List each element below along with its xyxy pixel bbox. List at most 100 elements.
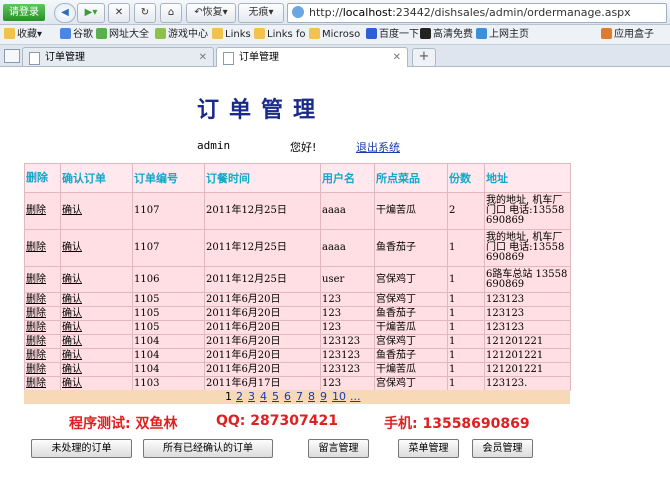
pager-link[interactable]: 4: [260, 390, 267, 404]
order-no-cell: 1105: [132, 320, 205, 335]
restore-icon: ↶: [194, 7, 203, 18]
tester-qq: QQ: 287307421: [216, 413, 338, 429]
close-icon[interactable]: ✕: [199, 48, 207, 67]
no-trace-button[interactable]: 无痕▾: [238, 3, 284, 23]
time-cell: 2011年6月17日: [204, 376, 321, 391]
time-cell: 2011年6月20日: [204, 362, 321, 377]
pager-link[interactable]: 6: [284, 390, 291, 404]
address-cell: 121201221: [484, 334, 571, 349]
time-cell: 2011年12月25日: [204, 229, 321, 267]
order-no-cell: 1107: [132, 192, 205, 230]
pager-more-link[interactable]: ...: [350, 390, 361, 404]
user-cell: 123: [320, 320, 375, 335]
delete-link[interactable]: 删除: [26, 274, 46, 285]
forward-button[interactable]: ▶▾: [77, 3, 105, 23]
logout-link[interactable]: 退出系统: [356, 139, 400, 155]
dish-cell: 鱼香茄子: [374, 229, 448, 267]
fav-item-games[interactable]: 游戏中心: [155, 25, 208, 44]
confirmed-orders-button[interactable]: 所有已经确认的订单: [143, 439, 273, 458]
confirm-link[interactable]: 确认: [62, 308, 82, 319]
address-cell: 123123: [484, 306, 571, 321]
fav-item-label: 网址大全: [109, 29, 149, 40]
delete-link[interactable]: 删除: [26, 364, 46, 375]
tab-order-manage-1[interactable]: 订单管理 ✕: [22, 47, 214, 66]
tester-phone: 手机: 13558690869: [384, 416, 530, 432]
time-cell: 2011年6月20日: [204, 292, 321, 307]
tab-bar: 订单管理 ✕ 订单管理 ✕ +: [0, 45, 670, 67]
pending-orders-button[interactable]: 未处理的订单: [31, 439, 132, 458]
user-cell: aaaa: [320, 192, 375, 230]
fav-item-homepage[interactable]: 上网主页: [476, 25, 529, 44]
close-icon[interactable]: ✕: [393, 48, 401, 67]
pager-link[interactable]: 7: [296, 390, 303, 404]
confirm-link[interactable]: 确认: [62, 364, 82, 375]
delete-link[interactable]: 删除: [26, 308, 46, 319]
confirm-link[interactable]: 确认: [62, 378, 82, 389]
pager-link[interactable]: 9: [320, 390, 327, 404]
confirm-link[interactable]: 确认: [62, 205, 82, 216]
fav-item-google[interactable]: 谷歌: [60, 25, 93, 44]
back-button[interactable]: ◀: [54, 3, 76, 23]
confirm-link[interactable]: 确认: [62, 350, 82, 361]
table-row: 删除 确认 1105 2011年6月20日 123 鱼香茄子 1 123123: [24, 306, 571, 321]
fav-item-links[interactable]: Links: [212, 25, 251, 44]
delete-link[interactable]: 删除: [26, 336, 46, 347]
menu-manage-button[interactable]: 菜单管理: [398, 439, 459, 458]
home-button[interactable]: ⌂: [160, 3, 182, 23]
delete-link[interactable]: 删除: [26, 242, 46, 253]
login-button[interactable]: 请登录: [3, 4, 45, 21]
favorites-menu[interactable]: 收藏▾: [4, 25, 42, 44]
username: admin: [197, 139, 231, 152]
delete-link[interactable]: 删除: [26, 322, 46, 333]
app-box-menu[interactable]: 应用盒子: [601, 25, 654, 44]
tab-label: 订单管理: [45, 52, 85, 63]
qty-cell: 1: [447, 229, 485, 267]
tab-order-manage-2[interactable]: 订单管理 ✕: [216, 47, 408, 67]
col-header-qty: 份数: [447, 163, 485, 193]
confirm-link[interactable]: 确认: [62, 274, 82, 285]
fav-item-label: Links: [225, 29, 251, 40]
page-icon: [223, 52, 234, 65]
confirm-link[interactable]: 确认: [62, 322, 82, 333]
delete-link[interactable]: 删除: [26, 205, 46, 216]
refresh-button[interactable]: ↻: [134, 3, 156, 23]
pager-link[interactable]: 2: [236, 390, 243, 404]
confirm-link[interactable]: 确认: [62, 294, 82, 305]
address-cell: 121201221: [484, 362, 571, 377]
fav-item-links-fo[interactable]: Links fo: [254, 25, 306, 44]
user-cell: 123123: [320, 348, 375, 363]
address-cell: 123123: [484, 292, 571, 307]
qty-cell: 1: [447, 306, 485, 321]
address-bar[interactable]: http://localhost:23442/dishsales/admin/o…: [287, 3, 667, 23]
fav-item-label: 上网主页: [489, 29, 529, 40]
message-manage-button[interactable]: 留言管理: [308, 439, 369, 458]
delete-link[interactable]: 删除: [26, 378, 46, 389]
delete-link[interactable]: 删除: [26, 294, 46, 305]
fav-item-label: 高清免费: [433, 29, 473, 40]
user-cell: user: [320, 266, 375, 293]
qty-cell: 1: [447, 320, 485, 335]
dish-cell: 鱼香茄子: [374, 348, 448, 363]
fav-item-hd[interactable]: 高清免费: [420, 25, 473, 44]
table-row: 删除 确认 1105 2011年6月20日 123 干煸苦瓜 1 123123: [24, 320, 571, 335]
fav-item-microsoft[interactable]: Microso: [309, 25, 360, 44]
window-icon[interactable]: [4, 49, 20, 63]
dish-cell: 干煸苦瓜: [374, 192, 448, 230]
fav-item-nav[interactable]: 网址大全: [96, 25, 149, 44]
fav-item-baidu[interactable]: 百度一下: [366, 25, 419, 44]
confirm-link[interactable]: 确认: [62, 336, 82, 347]
pager-link[interactable]: 5: [272, 390, 279, 404]
dish-cell: 宫保鸡丁: [374, 376, 448, 391]
stop-button[interactable]: ✕: [108, 3, 130, 23]
new-tab-button[interactable]: +: [412, 48, 436, 67]
pager-link[interactable]: 3: [248, 390, 255, 404]
restore-button[interactable]: ↶恢复▾: [186, 3, 236, 23]
member-manage-button[interactable]: 会员管理: [472, 439, 533, 458]
delete-link[interactable]: 删除: [26, 350, 46, 361]
confirm-link[interactable]: 确认: [62, 242, 82, 253]
folder-icon: [254, 28, 265, 39]
pager-link[interactable]: 10: [332, 390, 346, 404]
qty-cell: 1: [447, 376, 485, 391]
col-header-time: 订餐时间: [204, 163, 321, 193]
pager-link[interactable]: 8: [308, 390, 315, 404]
